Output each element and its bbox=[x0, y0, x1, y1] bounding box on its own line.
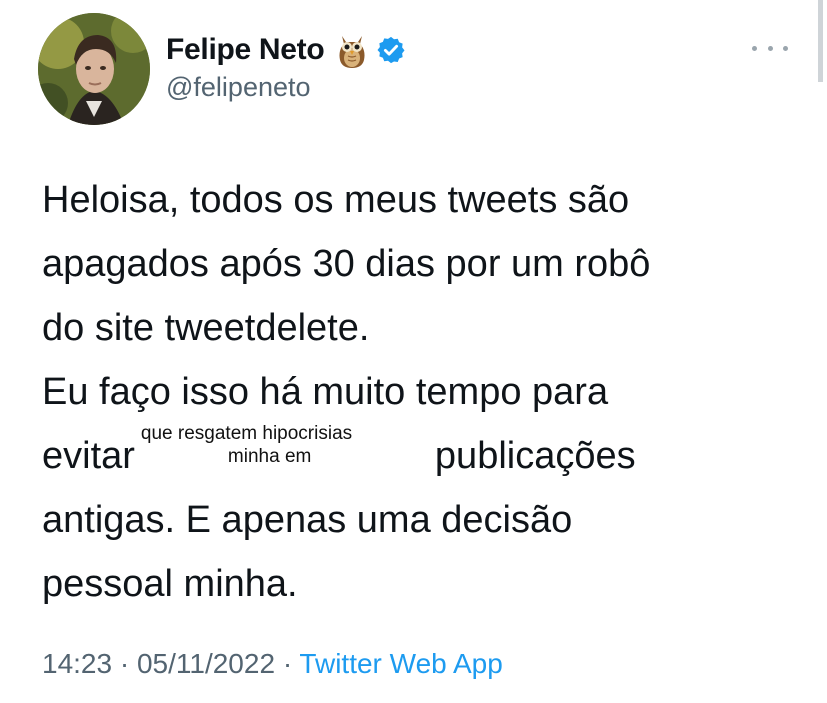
tweet-text-line-edited: evitar que resgatem hipocrisias minha em pu… bbox=[42, 423, 636, 488]
author-handle[interactable]: @felipeneto bbox=[166, 72, 311, 103]
author-display-name[interactable]: Felipe Neto bbox=[166, 33, 325, 67]
tweet-text-word: publicações bbox=[434, 435, 636, 477]
verified-badge-icon bbox=[376, 35, 406, 65]
tweet-text-line: apagados após 30 dias por um robô bbox=[42, 243, 651, 285]
tweet-paragraph-2: Eu faço isso há muito tempo para evitar q… bbox=[42, 360, 636, 616]
tweet-text-line: antigas. E apenas uma decisão bbox=[42, 499, 573, 541]
tweet-text-line: Heloisa, todos os meus tweets são bbox=[42, 179, 630, 221]
scrollbar[interactable] bbox=[818, 0, 823, 82]
more-options-icon bbox=[752, 45, 757, 51]
author-name-row: Felipe Neto bbox=[166, 28, 406, 72]
more-options-icon bbox=[767, 45, 773, 51]
tweet-text-word: evitar bbox=[42, 435, 135, 477]
tweet-text-line: do site tweetdelete. bbox=[42, 307, 370, 349]
more-options-button[interactable] bbox=[752, 36, 788, 60]
handwritten-overlay: que resgatem hipocrisias minha em bbox=[135, 423, 435, 488]
more-options-icon bbox=[783, 45, 788, 51]
meta-separator: · bbox=[119, 648, 130, 679]
tweet-text-line: Eu faço isso há muito tempo para bbox=[42, 371, 609, 413]
tweet-date[interactable]: 05/11/2022 bbox=[137, 648, 275, 679]
handwritten-text-bottom: minha em bbox=[227, 446, 312, 467]
tweet-time[interactable]: 14:23 bbox=[42, 648, 112, 679]
meta-separator: · bbox=[282, 648, 293, 679]
tweet-paragraph-1: Heloisa, todos os meus tweets são apagad… bbox=[42, 168, 650, 360]
tweet-metadata: 14:23 · 05/11/2022 · Twitter Web App bbox=[42, 644, 503, 684]
tweet-source-link[interactable]: Twitter Web App bbox=[299, 648, 502, 679]
tweet-text-line: pessoal minha. bbox=[42, 563, 298, 605]
avatar-image bbox=[38, 13, 150, 125]
profile-avatar[interactable] bbox=[38, 13, 150, 125]
handwritten-text-top: que resgatem hipocrisias bbox=[140, 423, 353, 444]
owl-emoji-icon bbox=[336, 30, 368, 70]
